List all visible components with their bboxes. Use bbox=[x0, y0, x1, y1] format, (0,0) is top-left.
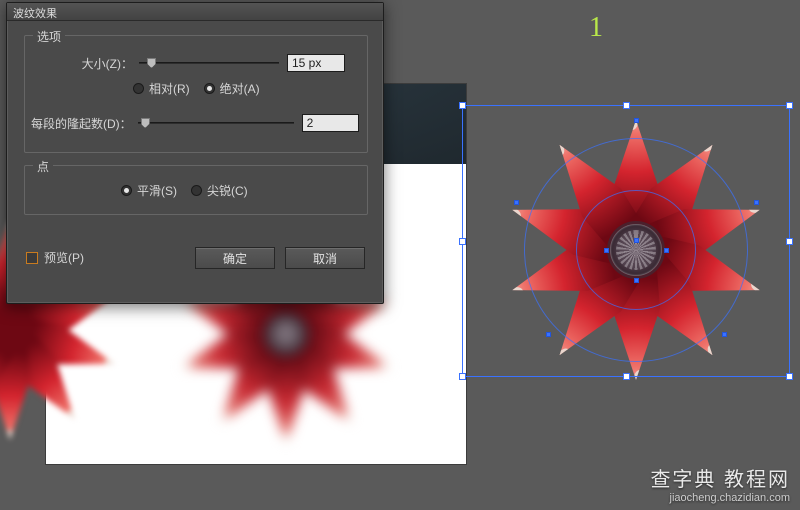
step-number: 1 bbox=[589, 12, 603, 44]
ridges-label: 每段的隆起数(D)： bbox=[29, 115, 132, 132]
ok-button[interactable]: 确定 bbox=[195, 247, 275, 269]
radio-relative-label: 相对(R) bbox=[149, 80, 190, 97]
ridges-slider[interactable] bbox=[138, 115, 294, 131]
group-options-legend: 选项 bbox=[33, 28, 65, 45]
handle-bm[interactable] bbox=[623, 373, 630, 380]
group-options: 选项 大小(Z)： 15 px 相对(R) 绝对(A) 每段的隆起数(D)： bbox=[24, 35, 368, 153]
handle-tm[interactable] bbox=[623, 102, 630, 109]
selection-bounding-box[interactable] bbox=[462, 105, 790, 377]
watermark-title: 查字典 教程网 bbox=[650, 463, 790, 492]
handle-bl[interactable] bbox=[459, 373, 466, 380]
zigzag-dialog: 波纹效果 选项 大小(Z)： 15 px 相对(R) 绝对(A) 每段的隆起数(… bbox=[6, 2, 384, 304]
handle-mr[interactable] bbox=[786, 238, 793, 245]
radio-absolute-label: 绝对(A) bbox=[220, 80, 260, 97]
checkbox-icon bbox=[26, 252, 38, 264]
radio-dot-icon bbox=[191, 185, 202, 196]
ridges-slider-thumb[interactable] bbox=[141, 118, 150, 128]
watermark: 查字典 教程网 jiaocheng.chazidian.com bbox=[650, 463, 790, 504]
radio-dot-icon bbox=[121, 185, 132, 196]
group-points-legend: 点 bbox=[33, 158, 53, 175]
radio-smooth[interactable]: 平滑(S) bbox=[121, 182, 177, 199]
handle-br[interactable] bbox=[786, 373, 793, 380]
size-slider-thumb[interactable] bbox=[147, 58, 156, 68]
handle-tr[interactable] bbox=[786, 102, 793, 109]
preview-label: 预览(P) bbox=[44, 249, 84, 266]
radio-corner-label: 尖锐(C) bbox=[207, 182, 248, 199]
ridges-value[interactable]: 2 bbox=[302, 114, 359, 132]
preview-checkbox[interactable]: 预览(P) bbox=[26, 249, 84, 266]
radio-dot-icon bbox=[133, 83, 144, 94]
radio-corner[interactable]: 尖锐(C) bbox=[191, 182, 248, 199]
size-value[interactable]: 15 px bbox=[287, 54, 345, 72]
handle-tl[interactable] bbox=[459, 102, 466, 109]
group-points: 点 平滑(S) 尖锐(C) bbox=[24, 165, 368, 215]
radio-absolute[interactable]: 绝对(A) bbox=[204, 80, 260, 97]
cancel-button[interactable]: 取消 bbox=[285, 247, 365, 269]
size-label: 大小(Z)： bbox=[47, 55, 133, 72]
size-slider[interactable] bbox=[139, 55, 279, 71]
radio-smooth-label: 平滑(S) bbox=[137, 182, 177, 199]
dialog-title[interactable]: 波纹效果 bbox=[7, 3, 383, 21]
radio-dot-icon bbox=[204, 83, 215, 94]
watermark-url: jiaocheng.chazidian.com bbox=[650, 492, 790, 504]
radio-relative[interactable]: 相对(R) bbox=[133, 80, 190, 97]
handle-ml[interactable] bbox=[459, 238, 466, 245]
